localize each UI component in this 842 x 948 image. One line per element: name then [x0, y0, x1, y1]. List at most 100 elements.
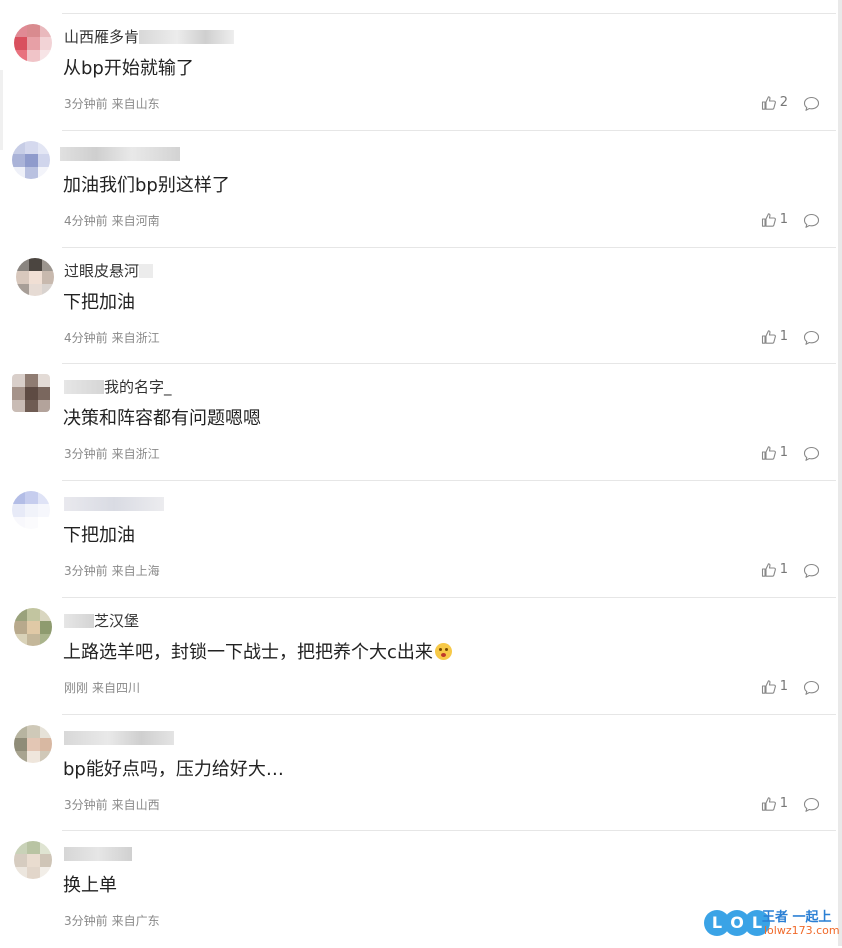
like-count: 2	[779, 95, 788, 110]
comment-meta: 刚刚 来自四川	[64, 680, 144, 696]
comment-text: 从bp开始就输了	[63, 58, 194, 79]
like-button[interactable]: 2	[761, 95, 788, 111]
comment-text: 上路选羊吧，封锁一下战士，把把养个大c出来	[63, 642, 452, 664]
reply-button[interactable]	[803, 330, 820, 350]
nickname-mosaic	[60, 147, 180, 161]
reply-button[interactable]	[803, 446, 820, 466]
comment-location: 来自浙江	[111, 331, 160, 345]
comment-item: 芝汉堡 上路选羊吧，封锁一下战士，把把养个大c出来 刚刚 来自四川 1	[0, 598, 838, 715]
like-button[interactable]: 1	[761, 329, 788, 345]
avatar[interactable]	[16, 258, 54, 296]
avatar[interactable]	[12, 141, 50, 179]
like-button[interactable]: 1	[761, 212, 788, 228]
nickname[interactable]	[64, 729, 174, 747]
nickname[interactable]: 山西雁多肯	[64, 28, 235, 46]
nickname-text: 过眼皮悬河	[64, 262, 140, 280]
nickname[interactable]: 芝汉堡	[64, 612, 139, 630]
nickname[interactable]	[64, 845, 132, 863]
site-watermark: L O L 王者 一起上 lolwz173.com	[704, 906, 840, 940]
watermark-slogan: 王者 一起上	[762, 910, 832, 925]
comment-text: 下把加油	[63, 292, 135, 313]
comment-location: 来自广东	[111, 914, 160, 928]
like-button[interactable]: 1	[761, 562, 788, 578]
avatar[interactable]	[14, 608, 52, 646]
reply-button[interactable]	[803, 797, 820, 817]
like-count: 1	[779, 445, 788, 460]
thumbs-up-icon	[761, 796, 777, 812]
comment-bubble-icon	[803, 213, 820, 233]
nickname-text: 山西雁多肯	[64, 28, 140, 46]
nickname[interactable]: 过眼皮悬河	[64, 262, 154, 280]
reply-button[interactable]	[803, 680, 820, 700]
thumbs-up-icon	[761, 562, 777, 578]
comment-meta: 3分钟前 来自浙江	[64, 446, 164, 462]
comment-text: bp能好点吗，压力给好大…	[63, 759, 284, 780]
comment-location: 来自上海	[111, 564, 160, 578]
reply-button[interactable]	[803, 213, 820, 233]
nickname-text: 我的名字_	[104, 378, 172, 396]
comment-meta: 3分钟前 来自山东	[64, 96, 164, 112]
nickname-mosaic	[64, 497, 164, 511]
comment-time: 3分钟前	[64, 564, 108, 578]
comment-time: 4分钟前	[64, 331, 108, 345]
comment-time: 3分钟前	[64, 97, 108, 111]
comment-text-content: 上路选羊吧，封锁一下战士，把把养个大c出来	[63, 642, 433, 663]
nickname-mosaic	[64, 614, 94, 628]
comment-location: 来自浙江	[111, 447, 160, 461]
nickname[interactable]	[60, 145, 180, 163]
comment-item: 下把加油 3分钟前 来自上海 1	[0, 481, 838, 598]
like-count: 1	[779, 329, 788, 344]
comment-bubble-icon	[803, 446, 820, 466]
avatar[interactable]	[14, 841, 52, 879]
comment-meta: 3分钟前 来自山西	[64, 797, 164, 813]
comment-time: 刚刚	[64, 681, 89, 695]
comment-text: 决策和阵容都有问题嗯嗯	[63, 408, 261, 429]
nickname[interactable]: 我的名字_	[64, 378, 172, 396]
nickname-mosaic	[139, 30, 235, 44]
thumbs-up-icon	[761, 95, 777, 111]
comment-location: 来自山东	[111, 97, 160, 111]
avatar[interactable]	[14, 24, 52, 62]
comment-meta: 3分钟前 来自上海	[64, 563, 164, 579]
comment-meta: 4分钟前 来自浙江	[64, 330, 164, 346]
nickname-text: 芝汉堡	[94, 612, 140, 630]
nickname[interactable]	[64, 495, 164, 513]
comment-meta: 4分钟前 来自河南	[64, 213, 164, 229]
comment-bubble-icon	[803, 330, 820, 350]
comment-meta: 3分钟前 来自广东	[64, 913, 164, 929]
avatar[interactable]	[12, 491, 50, 529]
comment-bubble-icon	[803, 680, 820, 700]
thumbs-up-icon	[761, 212, 777, 228]
nickname-mosaic	[64, 731, 174, 745]
comment-time: 3分钟前	[64, 798, 108, 812]
comment-item: 我的名字_ 决策和阵容都有问题嗯嗯 3分钟前 来自浙江 1	[0, 364, 838, 481]
window-edge	[838, 0, 842, 946]
laughing-tears-emoji-icon	[434, 643, 452, 660]
comment-location: 来自河南	[111, 214, 160, 228]
comment-item: 加油我们bp别这样了 4分钟前 来自河南 1	[0, 131, 838, 248]
reply-button[interactable]	[803, 96, 820, 116]
like-count: 1	[779, 679, 788, 694]
avatar[interactable]	[14, 725, 52, 763]
like-count: 1	[779, 562, 788, 577]
comment-item: 山西雁多肯 从bp开始就输了 3分钟前 来自山东 2	[0, 14, 838, 131]
comment-item: 过眼皮悬河 下把加油 4分钟前 来自浙江 1	[0, 248, 838, 365]
like-button[interactable]: 1	[761, 796, 788, 812]
watermark-url: lolwz173.com	[764, 924, 840, 937]
comment-time: 4分钟前	[64, 214, 108, 228]
like-count: 1	[779, 796, 788, 811]
reply-button[interactable]	[803, 563, 820, 583]
comment-location: 来自山西	[111, 798, 160, 812]
like-button[interactable]: 1	[761, 445, 788, 461]
comment-text: 加油我们bp别这样了	[63, 175, 230, 196]
comment-bubble-icon	[803, 797, 820, 817]
thumbs-up-icon	[761, 329, 777, 345]
comment-location: 来自四川	[92, 681, 141, 695]
nickname-mosaic	[64, 847, 132, 861]
nickname-mosaic	[139, 264, 154, 278]
comment-text: 下把加油	[63, 525, 135, 546]
like-button[interactable]: 1	[761, 679, 788, 695]
comment-item: bp能好点吗，压力给好大… 3分钟前 来自山西 1	[0, 715, 838, 832]
avatar[interactable]	[12, 374, 50, 412]
comment-time: 3分钟前	[64, 914, 108, 928]
